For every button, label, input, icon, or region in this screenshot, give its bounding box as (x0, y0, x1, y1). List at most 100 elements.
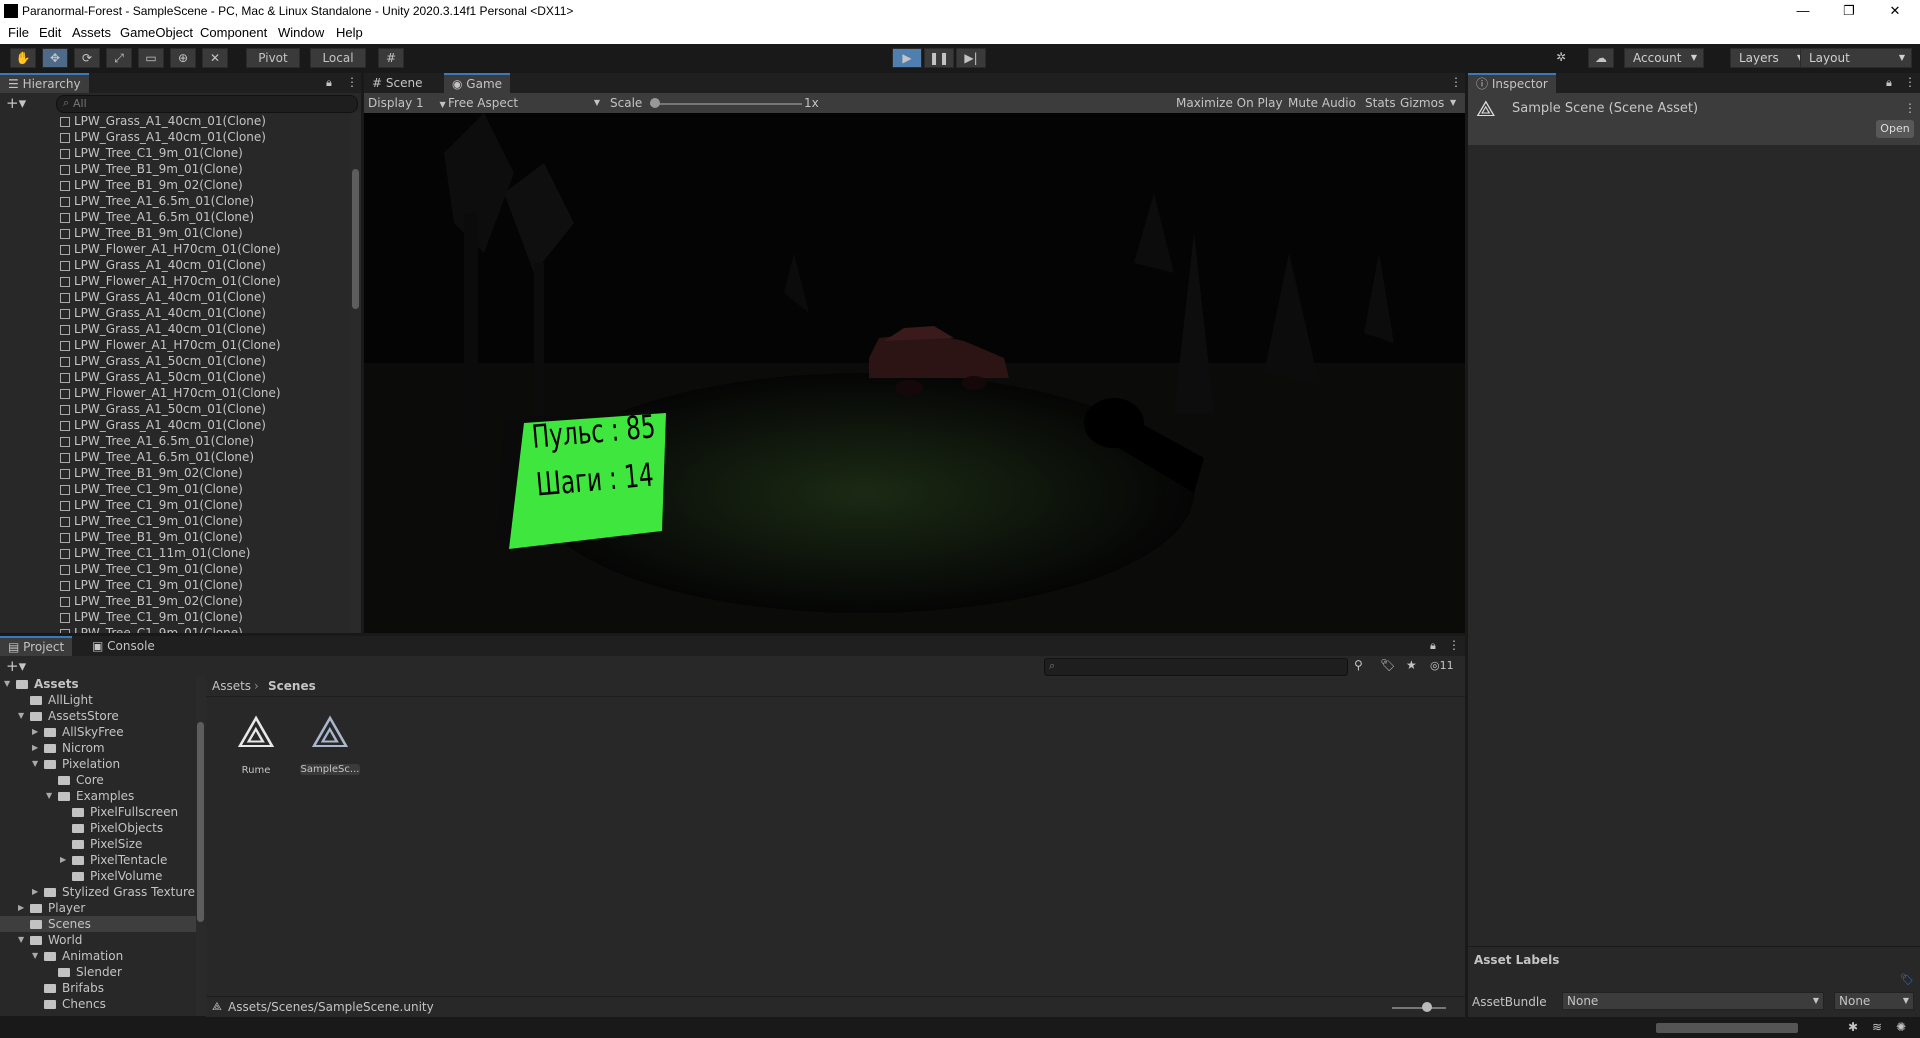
project-tree-item[interactable]: PixelObjects (0, 820, 196, 836)
hierarchy-item[interactable]: LPW_Grass_A1_40cm_01(Clone) (60, 417, 266, 433)
asset-item-samplescene[interactable]: ⟁ SampleSc... (298, 707, 362, 787)
hierarchy-item[interactable]: LPW_Tree_B1_9m_01(Clone) (60, 161, 243, 177)
tab-game[interactable]: ◉ Game (444, 73, 511, 93)
project-tree-item[interactable]: ▶ Nicrom (0, 740, 196, 756)
hierarchy-item[interactable]: LPW_Grass_A1_40cm_01(Clone) (60, 129, 266, 145)
hierarchy-item[interactable]: LPW_Tree_C1_9m_01(Clone) (60, 145, 243, 161)
hierarchy-item[interactable]: LPW_Flower_A1_H70cm_01(Clone) (60, 337, 281, 353)
tab-inspector[interactable]: ⓘ Inspector (1468, 73, 1556, 93)
scale-tool-icon[interactable]: ⤢ (106, 48, 132, 68)
transform-tool-icon[interactable]: ⊕ (170, 48, 196, 68)
layers-dropdown[interactable]: Layers▼ (1730, 48, 1810, 68)
play-button[interactable]: ▶ (892, 48, 922, 68)
project-tree-item[interactable]: ▼ Animation (0, 948, 196, 964)
more-icon[interactable]: ⋮ (346, 75, 358, 89)
chevron-right-icon[interactable]: ▶ (18, 900, 24, 916)
hierarchy-item[interactable]: LPW_Grass_A1_40cm_01(Clone) (60, 305, 266, 321)
hierarchy-item[interactable]: LPW_Tree_A1_6.5m_01(Clone) (60, 193, 254, 209)
chevron-down-icon[interactable]: ▼ (46, 788, 52, 804)
project-tree-item[interactable]: PixelVolume (0, 868, 196, 884)
project-tree-item[interactable]: ▼ World (0, 932, 196, 948)
hierarchy-item[interactable]: LPW_Tree_B1_9m_01(Clone) (60, 225, 243, 241)
lock-icon[interactable]: 🔒︎ (1886, 76, 1892, 90)
hidden-packages-toggle[interactable]: ◎11 (1430, 659, 1454, 672)
pivot-toggle[interactable]: Pivot (246, 48, 300, 68)
custom-tool-icon[interactable]: ✕ (202, 48, 228, 68)
menu-assets[interactable]: Assets (72, 25, 111, 40)
collab-icon[interactable]: ✲ (1548, 48, 1574, 68)
project-search-input[interactable]: ⌕ (1044, 658, 1348, 676)
label-tag-icon[interactable]: 🏷︎ (1900, 973, 1914, 986)
maximize-on-play-toggle[interactable]: Maximize On Play (1176, 96, 1283, 110)
project-tree-item[interactable]: Brifabs (0, 980, 196, 996)
project-tree-item[interactable]: ▼ AssetsStore (0, 708, 196, 724)
chevron-down-icon[interactable]: ▼ (32, 756, 38, 772)
hierarchy-item[interactable]: LPW_Grass_A1_50cm_01(Clone) (60, 401, 266, 417)
pause-button[interactable]: ❚❚ (924, 48, 954, 68)
more-icon[interactable]: ⋮ (1450, 75, 1462, 89)
project-tree-item[interactable]: ▼ Pixelation (0, 756, 196, 772)
more-icon[interactable]: ⋮ (1448, 638, 1460, 652)
gizmos-toggle[interactable]: Gizmos (1400, 96, 1444, 110)
project-tree-item[interactable]: ▶ AllSkyFree (0, 724, 196, 740)
hierarchy-item[interactable]: LPW_Tree_C1_9m_01(Clone) (60, 513, 243, 529)
project-tree-item[interactable]: AllLight (0, 692, 196, 708)
filter-label-icon[interactable]: 🏷︎ (1380, 658, 1395, 672)
tab-console[interactable]: ▣ Console (84, 636, 163, 656)
close-button[interactable]: ✕ (1872, 0, 1918, 22)
scale-slider-track[interactable] (650, 103, 802, 105)
hierarchy-item[interactable]: LPW_Grass_A1_40cm_01(Clone) (60, 257, 266, 273)
scrollbar-thumb[interactable] (197, 722, 204, 922)
breadcrumb-assets[interactable]: Assets (212, 679, 251, 693)
hierarchy-item[interactable]: LPW_Flower_A1_H70cm_01(Clone) (60, 273, 281, 289)
project-tree-item[interactable]: Slender (0, 964, 196, 980)
lock-icon[interactable]: 🔒︎ (326, 76, 332, 90)
hand-tool-icon[interactable]: ✋ (10, 48, 36, 68)
hierarchy-item[interactable]: LPW_Tree_A1_6.5m_01(Clone) (60, 433, 254, 449)
hierarchy-item[interactable]: LPW_Grass_A1_50cm_01(Clone) (60, 369, 266, 385)
project-tree-item[interactable]: PixelSize (0, 836, 196, 852)
tab-hierarchy[interactable]: ☰ Hierarchy (0, 73, 89, 93)
hierarchy-item[interactable]: LPW_Grass_A1_40cm_01(Clone) (60, 289, 266, 305)
chevron-right-icon[interactable]: ▶ (32, 884, 38, 900)
hierarchy-item[interactable]: LPW_Tree_C1_11m_01(Clone) (60, 545, 250, 561)
chevron-down-icon[interactable]: ▼ (32, 948, 38, 964)
bug-icon[interactable]: ✱ (1848, 1020, 1858, 1034)
hierarchy-item[interactable]: LPW_Grass_A1_40cm_01(Clone) (60, 321, 266, 337)
hierarchy-item[interactable]: LPW_Tree_C1_9m_01(Clone) (60, 625, 243, 633)
chevron-right-icon[interactable]: ▶ (32, 724, 38, 740)
local-toggle[interactable]: Local (310, 48, 366, 68)
hierarchy-item[interactable]: LPW_Tree_B1_9m_02(Clone) (60, 465, 243, 481)
aspect-dropdown[interactable]: Free Aspect ▼ (448, 96, 600, 110)
project-tree-item[interactable]: ▼ Examples (0, 788, 196, 804)
menu-gameobject[interactable]: GameObject (120, 25, 193, 40)
icon-size-slider-track[interactable] (1392, 1007, 1446, 1009)
add-icon[interactable]: +▾ (6, 657, 26, 675)
project-tree-item[interactable]: ▶ Stylized Grass Texture (0, 884, 196, 900)
chevron-down-icon[interactable]: ▼ (18, 932, 24, 948)
rotate-tool-icon[interactable]: ⟳ (74, 48, 100, 68)
menu-window[interactable]: Window (278, 25, 324, 40)
account-dropdown[interactable]: Account ▼ (1624, 48, 1704, 68)
scale-slider-handle[interactable] (650, 98, 660, 108)
chevron-down-icon[interactable]: ▼ (18, 708, 24, 724)
lock-icon[interactable]: 🔒︎ (1430, 639, 1436, 653)
menu-file[interactable]: File (8, 25, 29, 40)
maximize-button[interactable]: ❐ (1826, 0, 1872, 22)
add-icon[interactable]: +▾ (6, 94, 26, 112)
project-tree-item[interactable]: ▼ Assets (0, 676, 196, 692)
tab-project[interactable]: ▤ Project (0, 636, 73, 656)
project-tree-item[interactable]: Scenes (0, 916, 196, 932)
project-tree-scrollbar[interactable] (196, 676, 206, 1016)
project-tree-item[interactable]: ▶ PixelTentacle (0, 852, 196, 868)
chevron-right-icon[interactable]: ▶ (32, 740, 38, 756)
icon-size-slider-handle[interactable] (1422, 1002, 1432, 1012)
hierarchy-scrollbar[interactable] (350, 113, 361, 633)
menu-component[interactable]: Component (200, 25, 267, 40)
game-viewport[interactable]: Пульс : 85 Шаги : 14 (364, 113, 1465, 633)
more-icon[interactable]: ⋮ (1904, 75, 1916, 89)
hierarchy-item[interactable]: LPW_Tree_A1_6.5m_01(Clone) (60, 209, 254, 225)
scrollbar-thumb[interactable] (352, 169, 359, 309)
move-tool-icon[interactable]: ✥ (42, 48, 68, 68)
hierarchy-item[interactable]: LPW_Tree_B1_9m_02(Clone) (60, 177, 243, 193)
